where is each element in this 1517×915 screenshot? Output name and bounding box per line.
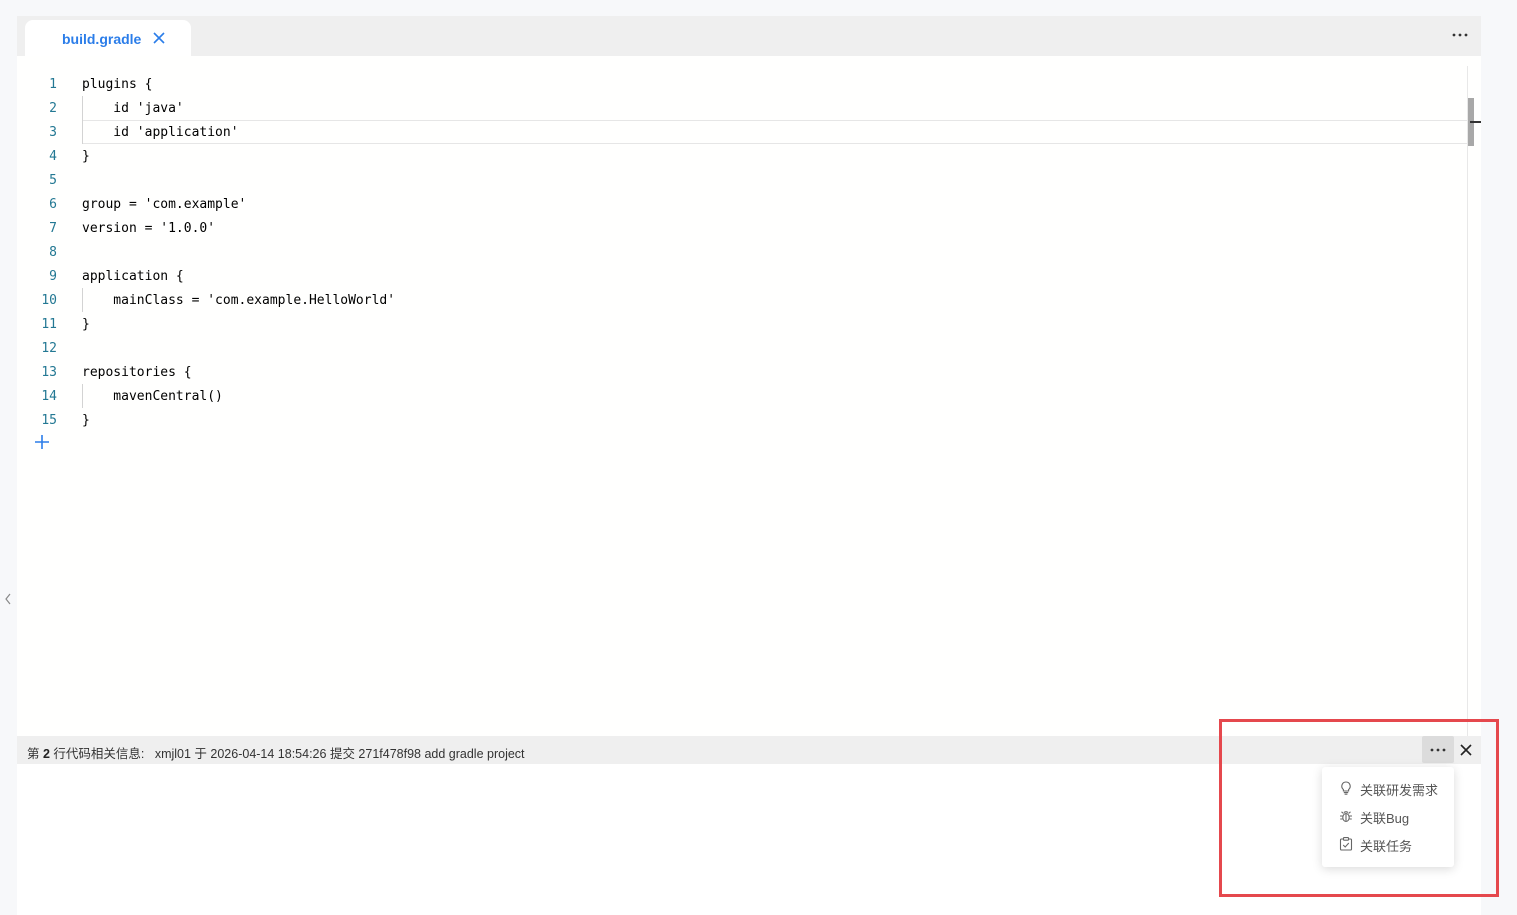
info-prefix: 第 (27, 747, 43, 761)
info-line-number: 2 (42, 747, 50, 761)
link-menu-dropdown: 关联研发需求 关联Bug 关联任务 (1322, 767, 1454, 867)
info-label: 行代码相关信息: (49, 747, 155, 761)
code-line[interactable]: group = 'com.example' (82, 193, 246, 217)
line-number: 5 (49, 173, 57, 188)
vertical-scrollbar-track[interactable] (1467, 66, 1468, 736)
line-number: 8 (49, 245, 57, 260)
code-line[interactable]: mavenCentral() (82, 385, 223, 409)
menu-item-link-bug[interactable]: 关联Bug (1322, 802, 1454, 830)
tab-build-gradle[interactable]: build.gradle (25, 20, 191, 56)
line-number: 10 (41, 293, 57, 308)
commit-hash[interactable]: 271f478f98 (358, 747, 421, 761)
more-options-icon[interactable] (1449, 25, 1471, 45)
indent-guide (82, 384, 83, 408)
line-number: 11 (41, 317, 57, 332)
line-number: 4 (49, 149, 57, 164)
task-check-icon (1339, 837, 1353, 851)
close-icon[interactable] (1457, 741, 1475, 759)
commit-author: xmjl01 (154, 747, 191, 761)
ellipsis-icon (1430, 748, 1446, 752)
commit-message: add gradle project (420, 747, 525, 761)
commit-datetime: 2026-04-14 18:54:26 (210, 747, 327, 761)
code-line[interactable]: id 'java' (82, 97, 183, 121)
code-line[interactable]: mainClass = 'com.example.HelloWorld' (82, 289, 395, 313)
line-number: 3 (49, 125, 57, 140)
current-line-highlight (82, 120, 1468, 144)
info-at: 于 (190, 747, 211, 761)
overview-ruler-cursor-mark (1470, 121, 1481, 123)
menu-item-link-requirement[interactable]: 关联研发需求 (1322, 774, 1454, 802)
tab-label: build.gradle (62, 31, 142, 47)
code-line[interactable]: } (82, 313, 90, 337)
indent-guide (82, 288, 83, 312)
line-number: 15 (41, 413, 57, 428)
code-line[interactable]: } (82, 409, 90, 433)
line-blame-info-bar: 第 2 行代码相关信息: xmjl01 于 2026-04-14 18:54:2… (17, 736, 1481, 764)
line-number: 1 (49, 77, 57, 92)
code-line[interactable]: application { (82, 265, 184, 289)
more-actions-button[interactable] (1422, 736, 1454, 763)
menu-item-link-task[interactable]: 关联任务 (1322, 830, 1454, 858)
lightbulb-icon (1341, 781, 1351, 795)
indent-guide (82, 96, 83, 144)
add-line-icon[interactable] (34, 434, 50, 450)
code-line[interactable]: id 'application' (82, 121, 238, 145)
line-number: 14 (41, 389, 57, 404)
menu-item-label: 关联任务 (1360, 839, 1413, 854)
line-number: 12 (41, 341, 57, 356)
bug-icon (1340, 811, 1352, 823)
code-line[interactable]: plugins { (82, 73, 152, 97)
line-number: 6 (49, 197, 57, 212)
menu-item-label: 关联研发需求 (1360, 783, 1439, 798)
chevron-left-icon[interactable] (2, 588, 14, 610)
close-icon[interactable] (150, 29, 168, 47)
line-number: 7 (49, 221, 57, 236)
line-number: 13 (41, 365, 57, 380)
line-number: 2 (49, 101, 57, 116)
menu-item-label: 关联Bug (1360, 811, 1410, 826)
code-line[interactable]: version = '1.0.0' (82, 217, 215, 241)
info-commit-word: 提交 (326, 747, 359, 761)
blame-info-text: 第 2 行代码相关信息: xmjl01 于 2026-04-14 18:54:2… (27, 743, 525, 762)
tab-bar: build.gradle (17, 16, 1481, 56)
code-line[interactable]: } (82, 145, 90, 169)
editor-panel: build.gradle 1 2 3 4 5 6 7 8 9 10 11 12 13 14 15 plugi… (17, 16, 1481, 915)
code-line[interactable]: repositories { (82, 361, 192, 385)
code-editor[interactable]: 1 2 3 4 5 6 7 8 9 10 11 12 13 14 15 plugins { id 'java… (17, 56, 1481, 736)
line-number: 9 (49, 269, 57, 284)
